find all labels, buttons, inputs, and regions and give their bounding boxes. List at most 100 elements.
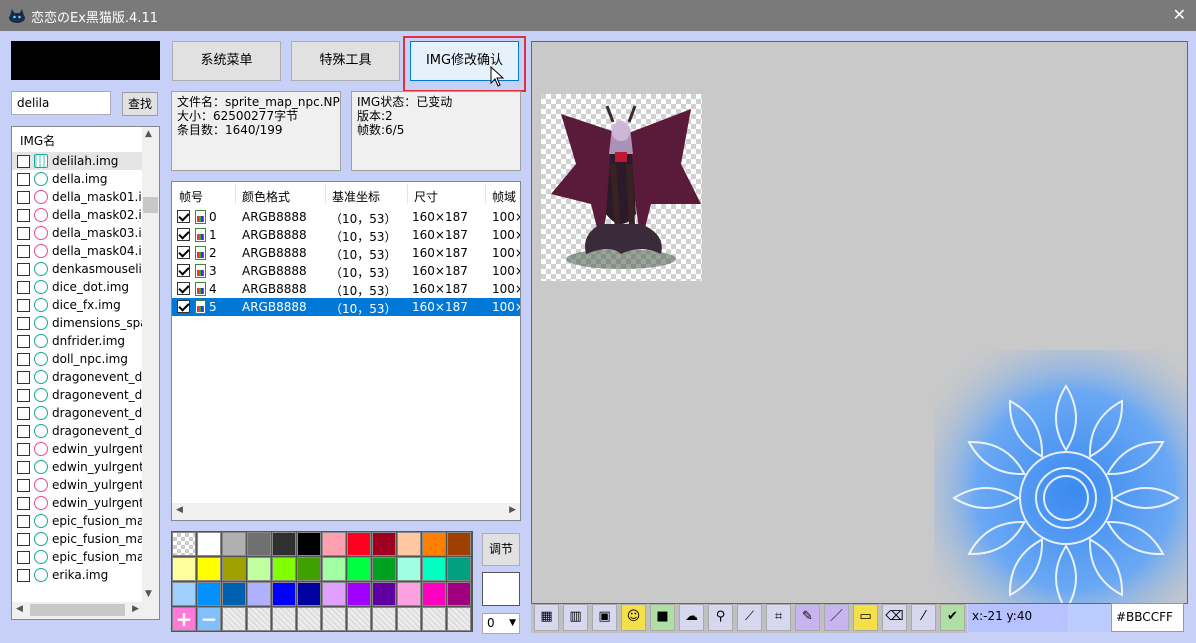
item-checkbox[interactable]	[17, 353, 30, 366]
color-swatch[interactable]	[297, 582, 321, 606]
frame-row[interactable]: 1 ARGB8888 （10，53） 160×187 100×	[172, 226, 520, 244]
color-swatch[interactable]	[172, 582, 196, 606]
item-checkbox[interactable]	[17, 227, 30, 240]
color-swatch[interactable]	[447, 582, 471, 606]
pencil-icon[interactable]: ✎	[795, 604, 820, 631]
frame-checkbox[interactable]	[177, 282, 190, 295]
img-list-item[interactable]: doll_npc.img	[12, 350, 143, 368]
frame-checkbox[interactable]	[177, 300, 190, 313]
img-list-vscrollbar[interactable]: ▲ ▼	[142, 127, 159, 619]
canvas-settings-icon[interactable]: ▦	[534, 604, 559, 631]
color-swatch[interactable]	[372, 532, 396, 556]
img-list-item[interactable]: dice_fx.img	[12, 296, 143, 314]
col-frame-domain[interactable]: 帧域	[492, 188, 516, 205]
color-swatch[interactable]	[447, 532, 471, 556]
color-swatch[interactable]	[372, 557, 396, 581]
magnifier-icon[interactable]: ⚲	[708, 604, 733, 631]
empty-swatch[interactable]	[422, 607, 446, 631]
col-size[interactable]: 尺寸	[414, 188, 438, 205]
item-checkbox[interactable]	[17, 371, 30, 384]
color-swatch[interactable]	[347, 582, 371, 606]
item-checkbox[interactable]	[17, 191, 30, 204]
video-camera-icon[interactable]: ■	[650, 604, 675, 631]
color-swatch[interactable]	[272, 532, 296, 556]
item-checkbox[interactable]	[17, 551, 30, 564]
frame-select[interactable]: 0 ▼	[482, 613, 520, 634]
img-list-item[interactable]: dragonevent_dra	[12, 386, 143, 404]
img-list-item[interactable]: dragonevent_dra	[12, 422, 143, 440]
img-list-item[interactable]: epic_fusion_mac	[12, 530, 143, 548]
color-swatch[interactable]	[322, 532, 346, 556]
color-swatch[interactable]	[247, 582, 271, 606]
img-list-item[interactable]: della_mask01.img	[12, 188, 143, 206]
col-color-format[interactable]: 颜色格式	[242, 188, 290, 205]
item-checkbox[interactable]	[17, 389, 30, 402]
color-swatch[interactable]	[297, 557, 321, 581]
frame-checkbox[interactable]	[177, 264, 190, 277]
item-checkbox[interactable]	[17, 155, 30, 168]
eyedropper-icon[interactable]: ⁄	[911, 604, 936, 631]
empty-swatch[interactable]	[372, 607, 396, 631]
item-checkbox[interactable]	[17, 173, 30, 186]
special-tools-button[interactable]: 特殊工具	[291, 41, 400, 81]
empty-swatch[interactable]	[347, 607, 371, 631]
color-swatch[interactable]	[272, 582, 296, 606]
empty-swatch[interactable]	[397, 607, 421, 631]
scroll-right-icon[interactable]: ▶	[509, 505, 516, 515]
img-list-hscrollbar[interactable]: ◀ ▶	[12, 602, 143, 619]
scroll-thumb[interactable]	[30, 604, 125, 616]
img-list-item[interactable]: edwin_yulrgent_	[12, 458, 143, 476]
img-list-item[interactable]: edwin_yulrgent_	[12, 476, 143, 494]
color-swatch[interactable]	[247, 532, 271, 556]
cloud-icon[interactable]: ☁	[679, 604, 704, 631]
img-list-item[interactable]: dice_dot.img	[12, 278, 143, 296]
empty-swatch[interactable]	[272, 607, 296, 631]
color-swatch[interactable]	[272, 557, 296, 581]
item-checkbox[interactable]	[17, 533, 30, 546]
img-list-item[interactable]: delilah.img	[12, 152, 143, 170]
color-swatch[interactable]	[222, 557, 246, 581]
empty-swatch[interactable]	[247, 607, 271, 631]
color-swatch[interactable]	[447, 557, 471, 581]
img-list-item[interactable]: edwin_yulrgent.i	[12, 440, 143, 458]
item-checkbox[interactable]	[17, 281, 30, 294]
item-checkbox[interactable]	[17, 299, 30, 312]
color-swatch[interactable]	[422, 532, 446, 556]
color-swatch[interactable]	[222, 532, 246, 556]
item-checkbox[interactable]	[17, 317, 30, 330]
search-input[interactable]	[11, 91, 111, 115]
frame-checkbox[interactable]	[177, 228, 190, 241]
empty-swatch[interactable]	[447, 607, 471, 631]
color-swatch[interactable]	[372, 582, 396, 606]
film-frame-icon[interactable]: ▣	[592, 604, 617, 631]
color-swatch[interactable]	[397, 557, 421, 581]
color-bars-icon[interactable]: ▥	[563, 604, 588, 631]
img-list-item[interactable]: dnfrider.img	[12, 332, 143, 350]
color-swatch[interactable]	[197, 557, 221, 581]
img-list-item[interactable]: epic_fusion_mac	[12, 548, 143, 566]
frame-checkbox[interactable]	[177, 210, 190, 223]
img-list-item[interactable]: edwin_yulrgent_	[12, 494, 143, 512]
close-icon[interactable]: ✕	[1173, 5, 1186, 24]
color-swatch[interactable]	[222, 582, 246, 606]
col-base-coord[interactable]: 基准坐标	[332, 188, 380, 205]
item-checkbox[interactable]	[17, 209, 30, 222]
item-checkbox[interactable]	[17, 497, 30, 510]
crop-icon[interactable]: ⌗	[766, 604, 791, 631]
img-list-item[interactable]: dragonevent_dra	[12, 404, 143, 422]
color-swatch[interactable]	[347, 532, 371, 556]
item-checkbox[interactable]	[17, 515, 30, 528]
item-checkbox[interactable]	[17, 245, 30, 258]
empty-swatch[interactable]	[322, 607, 346, 631]
search-button[interactable]: 查找	[122, 92, 158, 116]
img-list-item[interactable]: della_mask03.img	[12, 224, 143, 242]
empty-swatch[interactable]	[297, 607, 321, 631]
img-list-item[interactable]: dragonevent_dra	[12, 368, 143, 386]
rectangle-icon[interactable]: ▭	[853, 604, 878, 631]
color-swatch[interactable]	[172, 557, 196, 581]
frame-row[interactable]: 2 ARGB8888 （10，53） 160×187 100×	[172, 244, 520, 262]
item-checkbox[interactable]	[17, 425, 30, 438]
ruler-icon[interactable]: ⟋	[737, 604, 762, 631]
frame-row[interactable]: 3 ARGB8888 （10，53） 160×187 100×	[172, 262, 520, 280]
adjust-button[interactable]: 调节	[482, 533, 520, 566]
